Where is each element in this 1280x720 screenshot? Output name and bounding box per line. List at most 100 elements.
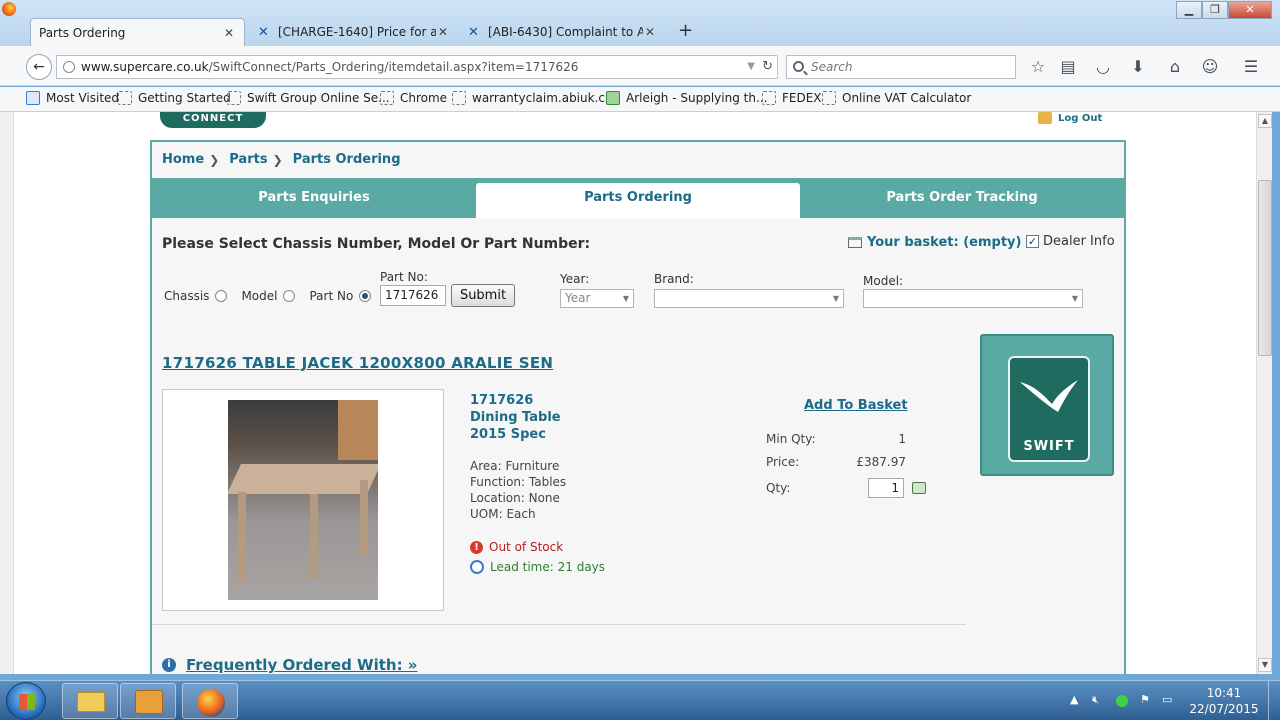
product-photo[interactable] (228, 400, 378, 600)
product-area: Area: Furniture (470, 459, 560, 473)
submit-button[interactable]: Submit (451, 284, 515, 307)
bookmark-warrantyclaim[interactable]: warrantyclaim.abiuk.c... (452, 91, 616, 105)
minimize-button[interactable]: ▁ (1176, 1, 1202, 19)
close-tab-icon[interactable]: ✕ (436, 25, 450, 39)
swift-wordmark: SWIFT (1023, 439, 1075, 454)
scroll-down-arrow-icon[interactable]: ▼ (1258, 658, 1272, 672)
bookmark-label: FEDEX (782, 91, 822, 105)
windows-logo-icon (19, 694, 35, 710)
tab-parts-order-tracking[interactable]: Parts Order Tracking (800, 183, 1124, 218)
logout-label: Log Out (1058, 112, 1103, 124)
dealer-info-toggle[interactable]: ✓ Dealer Info (1026, 234, 1115, 249)
bookmark-getting-started[interactable]: Getting Started (118, 91, 231, 105)
vertical-scrollbar[interactable]: ▲ ▼ (1256, 112, 1272, 674)
taskbar-clock[interactable]: 10:41 22/07/2015 (1182, 685, 1266, 717)
radio-label-model: Model (241, 289, 278, 303)
year-label: Year: (560, 272, 590, 286)
chevron-right-icon: ❯ (209, 152, 220, 167)
bookmark-swift-group[interactable]: Swift Group Online Se... (227, 91, 390, 105)
status-green-icon[interactable] (1116, 695, 1128, 707)
product-location: Location: None (470, 491, 560, 505)
tab-parts-ordering[interactable]: Parts Ordering (476, 183, 800, 218)
close-tab-icon[interactable]: ✕ (643, 25, 657, 39)
tray-expand-icon[interactable]: ▲ (1070, 693, 1078, 706)
url-history-dropdown-icon[interactable]: ▼ (747, 56, 755, 78)
part-no-radio[interactable] (359, 290, 372, 302)
breadcrumb-home[interactable]: Home (162, 152, 204, 167)
close-window-button[interactable]: ✕ (1228, 1, 1272, 19)
search-icon (793, 61, 804, 72)
new-tab-button[interactable]: + (678, 20, 693, 41)
qty-label: Qty: (766, 481, 791, 495)
network-icon[interactable]: ▭ (1162, 693, 1172, 706)
breadcrumb-parts[interactable]: Parts (229, 152, 267, 167)
bookmark-vat-calculator[interactable]: Online VAT Calculator (822, 91, 971, 105)
breadcrumb-parts-ordering[interactable]: Parts Ordering (293, 152, 401, 167)
start-button[interactable] (6, 682, 46, 720)
quantity-input[interactable]: 1 (868, 478, 904, 498)
sidebar-strip (0, 112, 14, 674)
search-input[interactable]: Search (786, 55, 1016, 79)
taskbar-firefox[interactable] (182, 683, 238, 719)
bookmark-most-visited[interactable]: Most Visited (26, 91, 119, 105)
show-desktop-button[interactable] (1268, 681, 1280, 720)
photo-boxes (338, 400, 378, 460)
brand-select[interactable]: ▼ (654, 289, 844, 308)
frequently-ordered-link[interactable]: i Frequently Ordered With: » (162, 656, 417, 674)
scrollbar-thumb[interactable] (1258, 180, 1272, 356)
model-radio[interactable] (283, 290, 296, 302)
basket-link[interactable]: Your basket: (empty) (848, 235, 1021, 250)
back-button[interactable]: ← (26, 54, 52, 80)
swift-connect-logo[interactable]: CONNECT (160, 112, 266, 128)
reload-icon[interactable]: ↻ (762, 56, 773, 78)
tab-complaint[interactable]: ✕ [ABI-6430] Complaint to A... ✕ (460, 18, 665, 46)
action-center-flag-icon[interactable]: ⚑ (1140, 693, 1150, 706)
close-tab-icon[interactable]: ✕ (222, 26, 236, 40)
window-controls: ▁ ❐ ✕ (1176, 1, 1272, 19)
tab-parts-ordering[interactable]: Parts Ordering ✕ (30, 18, 245, 46)
swift-bird-icon (1020, 380, 1078, 412)
pocket-icon[interactable]: ◡ (1092, 56, 1114, 78)
model-select[interactable]: ▼ (863, 289, 1083, 308)
tab-label: [CHARGE-1640] Price for a ... (278, 25, 436, 39)
page-viewport: CONNECT Log Out Home ❯ Parts ❯ Parts Order… (14, 112, 1256, 674)
home-icon[interactable]: ⌂ (1164, 56, 1186, 78)
bookmark-label: Chrome (400, 91, 448, 105)
downloads-icon[interactable]: ⬇ (1127, 56, 1149, 78)
bookmark-star-icon[interactable]: ☆ (1027, 56, 1049, 78)
clock-date: 22/07/2015 (1189, 702, 1259, 716)
bookmark-fedex[interactable]: FEDEX (762, 91, 822, 105)
year-select[interactable]: Year ▼ (560, 289, 634, 308)
url-bar[interactable]: www.supercare.co.uk/SwiftConnect/Parts_O… (56, 55, 778, 79)
chassis-radio[interactable] (215, 290, 228, 302)
dealer-info-checkbox[interactable]: ✓ (1026, 235, 1039, 248)
windows-taskbar: ▲ 🔇︎ ⚑ ▭ 10:41 22/07/2015 (0, 680, 1280, 720)
clock-time: 10:41 (1206, 686, 1242, 700)
min-qty-label: Min Qty: (766, 432, 816, 446)
hello-chat-icon[interactable]: ☺ (1199, 56, 1221, 78)
selection-heading: Please Select Chassis Number, Model Or P… (162, 236, 591, 252)
restore-button[interactable]: ❐ (1202, 1, 1228, 19)
bookmark-arleigh[interactable]: Arleigh - Supplying th... (606, 91, 767, 105)
globe-icon (63, 61, 75, 73)
bookmark-label: Online VAT Calculator (842, 91, 972, 105)
volume-muted-icon[interactable]: 🔇︎ (1092, 693, 1099, 707)
page-icon (762, 91, 776, 105)
product-details: Area: Furniture Function: Tables Locatio… (470, 458, 566, 522)
bookmarks-toolbar: Most Visited Getting Started Swift Group… (0, 87, 1280, 112)
taskbar-explorer[interactable] (62, 683, 118, 719)
part-no-input[interactable]: 1717626 (380, 285, 446, 306)
tab-parts-enquiries[interactable]: Parts Enquiries (152, 183, 476, 218)
logout-link[interactable]: Log Out (1038, 112, 1102, 124)
radio-label-part-no: Part No (309, 289, 354, 303)
reading-list-icon[interactable]: ▤ (1057, 56, 1079, 78)
menu-icon[interactable]: ☰ (1240, 56, 1262, 78)
add-to-basket-link[interactable]: Add To Basket (804, 398, 908, 413)
scroll-up-arrow-icon[interactable]: ▲ (1258, 114, 1272, 128)
product-function: Function: Tables (470, 475, 567, 489)
tab-charge[interactable]: ✕ [CHARGE-1640] Price for a ... ✕ (250, 18, 458, 46)
taskbar-outlook[interactable] (120, 683, 176, 719)
product-title[interactable]: 1717626 TABLE JACEK 1200X800 ARALIE SEN (162, 354, 553, 372)
add-to-cart-icon[interactable] (912, 482, 926, 494)
bookmark-chrome[interactable]: Chrome (380, 91, 447, 105)
